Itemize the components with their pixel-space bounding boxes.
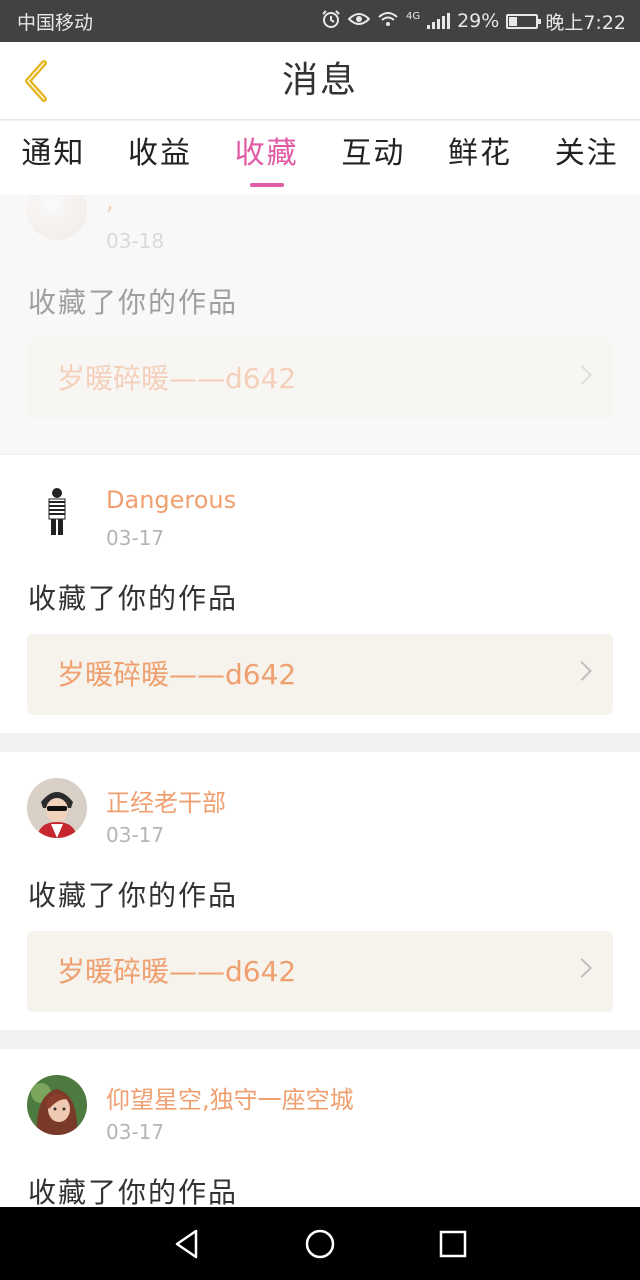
avatar-figure-icon (48, 488, 66, 535)
avatar[interactable] (27, 778, 87, 838)
signal-icon (427, 13, 451, 29)
nav-back-button[interactable] (157, 1214, 217, 1274)
battery-percent: 29% (457, 10, 500, 32)
avatar[interactable] (27, 481, 87, 541)
back-triangle-icon (175, 1229, 197, 1258)
date: 03-17 (106, 1120, 165, 1144)
tab-flowers[interactable]: 鲜花 (427, 121, 534, 195)
tab-earnings[interactable]: 收益 (107, 121, 214, 195)
header: 消息 (0, 42, 640, 120)
notification-list: , 03-18 收藏了你的作品 岁暖碎暖——d642 Dangerous 03-… (0, 195, 640, 1207)
home-circle-icon (305, 1229, 335, 1258)
list-item: , 03-18 收藏了你的作品 岁暖碎暖——d642 (0, 195, 640, 453)
work-link[interactable]: 岁暖碎暖——d642 (27, 338, 613, 419)
action-text: 收藏了你的作品 (28, 879, 239, 912)
chevron-right-icon (572, 958, 592, 978)
avatar[interactable] (27, 195, 87, 240)
work-title: 岁暖碎暖——d642 (57, 362, 297, 395)
clock: 晚上7:22 (545, 11, 626, 34)
work-link[interactable]: 岁暖碎暖——d642 (27, 634, 613, 715)
tab-follows[interactable]: 关注 (533, 121, 640, 195)
date: 03-17 (106, 823, 165, 847)
chevron-right-icon (572, 661, 592, 681)
tab-favorites[interactable]: 收藏 (213, 121, 320, 195)
work-title: 岁暖碎暖——d642 (57, 955, 297, 988)
tab-notifications[interactable]: 通知 (0, 121, 107, 195)
eye-icon (347, 11, 371, 32)
work-title: 岁暖碎暖——d642 (57, 658, 297, 691)
list-item: 正经老干部 03-17 收藏了你的作品 岁暖碎暖——d642 (0, 752, 640, 1030)
chevron-right-icon (572, 365, 592, 385)
list-item: 仰望星空,独守一座空城 03-17 收藏了你的作品 (0, 1049, 640, 1207)
nav-home-button[interactable] (290, 1214, 350, 1274)
recents-square-icon (440, 1230, 467, 1257)
avatar-portrait-icon (27, 1075, 87, 1135)
page-title: 消息 (281, 60, 358, 101)
action-text: 收藏了你的作品 (28, 286, 239, 319)
action-text: 收藏了你的作品 (28, 582, 239, 615)
tab-interactions[interactable]: 互动 (320, 121, 427, 195)
date: 03-18 (106, 229, 165, 253)
username[interactable]: , (106, 195, 114, 215)
username[interactable]: 正经老干部 (106, 783, 226, 818)
list-item: Dangerous 03-17 收藏了你的作品 岁暖碎暖——d642 (0, 455, 640, 733)
username[interactable]: Dangerous (106, 486, 236, 514)
avatar-portrait-icon (27, 778, 87, 838)
wifi-icon (377, 10, 399, 33)
work-link[interactable]: 岁暖碎暖——d642 (27, 931, 613, 1012)
carrier-label: 中国移动 (17, 11, 94, 34)
status-bar: 中国移动 4G 29% 晚上7:22 (0, 0, 640, 42)
battery-fill (509, 16, 518, 26)
nav-recents-button[interactable] (423, 1214, 483, 1274)
battery-icon (506, 13, 542, 29)
alarm-icon (321, 9, 341, 34)
status-icons: 4G 29% 晚上7:22 (321, 8, 626, 35)
date: 03-17 (106, 526, 165, 550)
system-nav-bar (0, 1207, 640, 1280)
username[interactable]: 仰望星空,独守一座空城 (106, 1080, 354, 1115)
avatar[interactable] (27, 1075, 87, 1135)
network-type-label: 4G (405, 10, 421, 22)
action-text: 收藏了你的作品 (28, 1176, 239, 1207)
tab-bar: 通知 收益 收藏 互动 鲜花 关注 (0, 121, 640, 195)
